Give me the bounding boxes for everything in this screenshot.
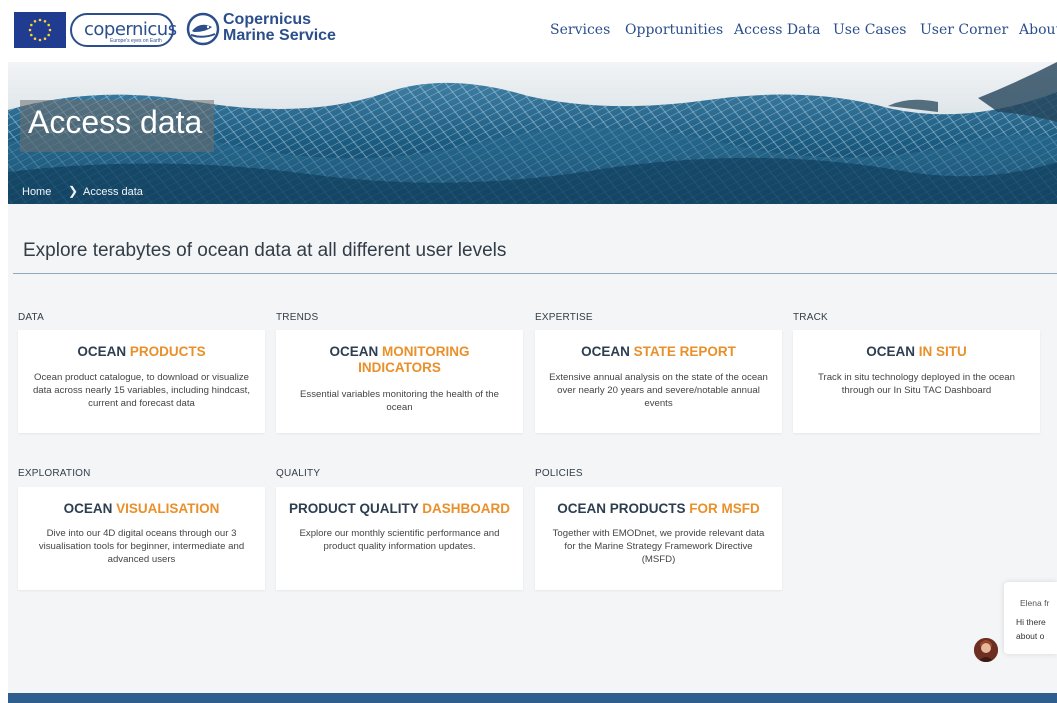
card-title: OCEAN VISUALISATION	[63, 501, 220, 516]
copernicus-wordmark: copernicus	[84, 19, 177, 40]
divider	[13, 273, 1057, 274]
category-label-data: DATA	[18, 312, 44, 323]
breadcrumb-current: Access data	[83, 186, 143, 198]
category-label-exploration: EXPLORATION	[18, 468, 91, 479]
card-description: Essential variables monitoring the healt…	[300, 389, 499, 413]
nav-user-corner[interactable]: User Corner	[920, 22, 1008, 38]
eu-stars-icon	[14, 12, 66, 48]
card-ocean-monitoring-indicators[interactable]: OCEAN MONITORING INDICATORS Essential va…	[276, 330, 523, 433]
card-ocean-products[interactable]: OCEAN PRODUCTS Ocean product catalogue, …	[18, 330, 265, 433]
category-label-quality: QUALITY	[276, 468, 321, 479]
card-ocean-products-for-msfd[interactable]: OCEAN PRODUCTS FOR MSFD Together with EM…	[535, 487, 782, 590]
card-product-quality-dashboard[interactable]: PRODUCT QUALITY DASHBOARD Explore our mo…	[276, 487, 523, 590]
breadcrumb-home[interactable]: Home	[22, 186, 51, 198]
nav-access-data[interactable]: Access Data	[734, 22, 820, 38]
card-ocean-visualisation[interactable]: OCEAN VISUALISATION Dive into our 4D dig…	[18, 487, 265, 590]
card-title: OCEAN PRODUCTS	[77, 344, 206, 359]
category-label-policies: POLICIES	[535, 468, 583, 479]
card-description: Track in situ technology deployed in the…	[818, 372, 1015, 396]
category-label-expertise: EXPERTISE	[535, 312, 593, 323]
eu-flag-logo[interactable]	[14, 12, 66, 48]
marine-service-title[interactable]: Copernicus Marine Service	[223, 12, 336, 44]
card-title: OCEAN PRODUCTS FOR MSFD	[557, 501, 760, 516]
category-label-track: TRACK	[793, 312, 828, 323]
hero-banner: Access data Home ❯ Access data	[8, 62, 1057, 204]
nav-about[interactable]: About	[1019, 22, 1057, 38]
top-navigation-bar: copernicus Europe's eyes on Earth Copern…	[0, 0, 1057, 62]
card-title: OCEAN MONITORING INDICATORS	[329, 344, 470, 375]
card-description: Explore our monthly scientific performan…	[299, 528, 500, 552]
chat-agent-name: Elena fr	[1020, 598, 1050, 608]
card-description: Extensive annual analysis on the state o…	[549, 372, 768, 409]
nav-use-cases[interactable]: Use Cases	[833, 22, 906, 38]
marine-service-fish-icon[interactable]	[186, 12, 220, 46]
nav-opportunities[interactable]: Opportunities	[625, 22, 723, 38]
access-data-content: Explore terabytes of ocean data at all d…	[8, 204, 1057, 693]
avatar-portrait-icon	[974, 638, 998, 662]
chat-message-line1: Hi there	[1016, 617, 1046, 627]
card-title: OCEAN STATE REPORT	[581, 344, 736, 359]
copernicus-tagline: Europe's eyes on Earth	[110, 38, 162, 44]
card-title: PRODUCT QUALITY DASHBOARD	[288, 501, 510, 516]
copernicus-logo[interactable]: copernicus Europe's eyes on Earth	[70, 13, 177, 47]
card-description: Dive into our 4D digital oceans through …	[38, 528, 245, 565]
nav-services[interactable]: Services	[550, 22, 610, 38]
breadcrumb-chevron-icon: ❯	[68, 184, 79, 198]
card-description: Together with EMODnet, we provide releva…	[552, 528, 765, 565]
category-label-trends: TRENDS	[276, 312, 319, 323]
footer-bar	[8, 693, 1057, 703]
chat-avatar[interactable]	[974, 638, 998, 662]
card-ocean-state-report[interactable]: OCEAN STATE REPORT Extensive annual anal…	[535, 330, 782, 433]
marine-service-line2: Marine Service	[223, 27, 336, 44]
card-title: OCEAN IN SITU	[866, 344, 967, 359]
chat-message-line2: about o	[1016, 631, 1045, 641]
marine-service-line1: Copernicus	[223, 11, 312, 28]
intro-heading: Explore terabytes of ocean data at all d…	[23, 240, 507, 261]
page-title: Access data	[28, 104, 203, 140]
card-description: Ocean product catalogue, to download or …	[32, 372, 251, 409]
card-ocean-in-situ[interactable]: OCEAN IN SITU Track in situ technology d…	[793, 330, 1040, 433]
